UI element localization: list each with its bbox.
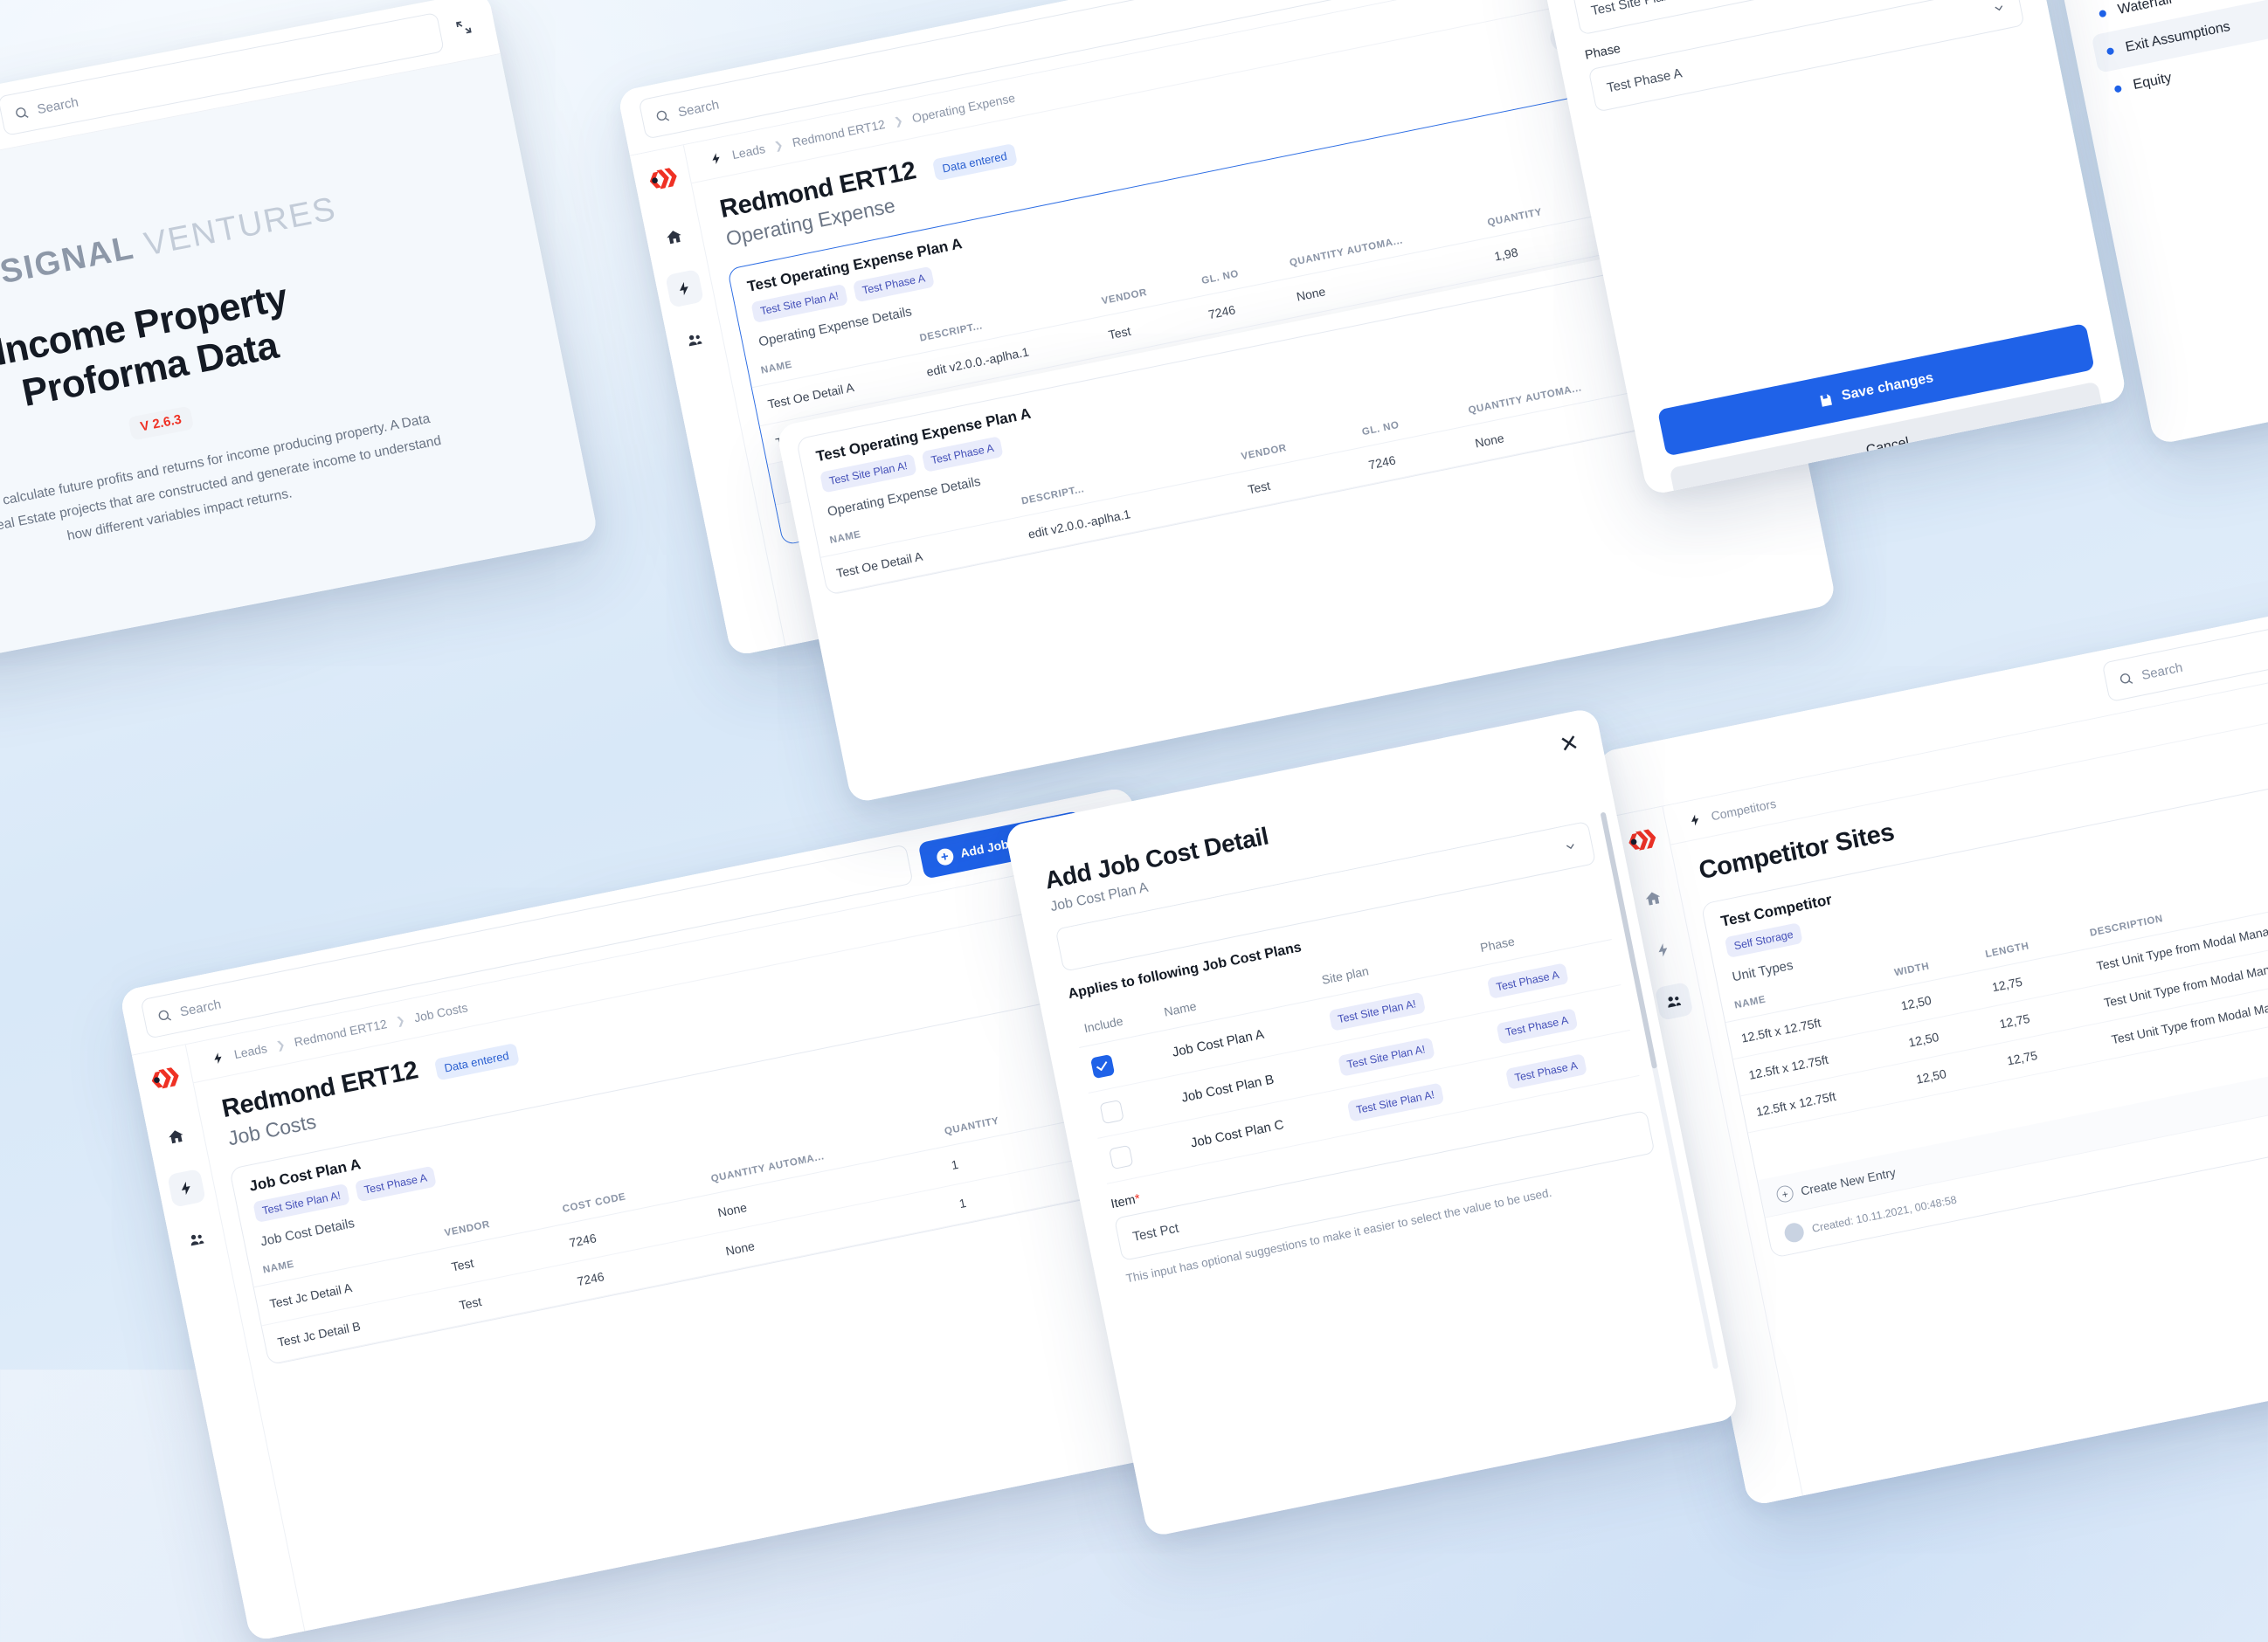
nav-item-label: Equity: [2132, 70, 2174, 93]
rail-item-home[interactable]: [1634, 879, 1673, 918]
bullet-icon: [2099, 9, 2107, 18]
home-icon: [169, 1130, 183, 1144]
bolt-icon: [1658, 943, 1668, 957]
breadcrumb-item-competitors[interactable]: Competitors: [1710, 797, 1777, 824]
breadcrumb-item-leads[interactable]: Leads: [233, 1041, 269, 1061]
people-icon: [1668, 997, 1682, 1008]
rail-item-competitors[interactable]: [675, 321, 715, 360]
breadcrumb-separator: ❯: [395, 1013, 406, 1028]
signal-chevrons-logo[interactable]: [1624, 823, 1659, 858]
breadcrumb-item-section[interactable]: Job Costs: [413, 1000, 469, 1025]
row-checkbox[interactable]: [1089, 1053, 1116, 1080]
row-checkbox[interactable]: [1099, 1099, 1124, 1125]
bolt-icon: [680, 281, 688, 296]
search-icon: [158, 1010, 171, 1021]
brand-name-secondary: VENTURES: [141, 190, 340, 264]
version-badge: V 2.6.3: [128, 405, 195, 441]
collapse-icon[interactable]: [450, 14, 477, 40]
splash-description: A Domo App to calculate future profits a…: [0, 411, 443, 550]
chip-site-plan: Test Site Plan A!: [1328, 991, 1426, 1031]
home-icon: [667, 231, 681, 245]
bolt-icon: [1691, 814, 1699, 825]
people-icon: [190, 1234, 204, 1246]
breadcrumb-separator: ❯: [772, 138, 785, 153]
brand-name-primary: SIGNAL: [0, 229, 138, 292]
rail-item-leads[interactable]: [1644, 930, 1684, 969]
breadcrumb-item-record[interactable]: Redmond ERT12: [791, 117, 886, 149]
search-placeholder-text: Search: [2140, 659, 2184, 683]
site-plan-value: Test Site Plan A!: [1589, 0, 1687, 18]
plus-icon: +: [935, 846, 955, 866]
breadcrumb-separator: ❯: [274, 1038, 287, 1052]
job-cost-plan-value: [1073, 940, 1079, 955]
nav-item-label: Waterfall: [2116, 0, 2174, 17]
rail-item-leads[interactable]: [167, 1168, 206, 1208]
breadcrumb-separator: ❯: [893, 114, 904, 128]
people-icon: [688, 335, 702, 347]
bolt-icon: [712, 152, 720, 164]
rail-item-competitors[interactable]: [1654, 982, 1694, 1021]
bullet-icon: [2106, 47, 2115, 56]
breadcrumb-item-leads[interactable]: Leads: [731, 141, 767, 162]
search-placeholder-text: Search: [178, 996, 223, 1020]
phase-value: Test Phase A: [1605, 65, 1684, 96]
item-value: Test Pct: [1131, 1220, 1180, 1245]
chip-phase: Test Phase A: [1504, 1052, 1587, 1090]
item-label-text: Item: [1110, 1192, 1137, 1212]
rail-item-competitors[interactable]: [177, 1220, 217, 1259]
rail-item-leads[interactable]: [665, 268, 704, 308]
search-placeholder-text: Search: [36, 94, 80, 117]
home-icon: [1645, 892, 1661, 906]
bullet-icon: [2113, 85, 2123, 93]
save-disk-icon: [1820, 394, 1833, 407]
row-checkbox[interactable]: [1109, 1144, 1134, 1170]
avatar: [1782, 1221, 1806, 1245]
search-icon: [16, 107, 29, 118]
search-placeholder-text: Search: [676, 96, 721, 121]
search-icon: [656, 110, 670, 121]
chevron-down-icon: [1995, 5, 2003, 11]
save-changes-label: Save changes: [1840, 370, 1935, 404]
plus-circle-icon: +: [1774, 1183, 1795, 1204]
bolt-icon: [181, 1181, 190, 1196]
chip-site-plan: Test Site Plan A!: [1337, 1037, 1435, 1077]
rail-item-home[interactable]: [654, 217, 694, 257]
chip-phase: Test Phase A: [1496, 1007, 1578, 1045]
breadcrumb-item-record[interactable]: Redmond ERT12: [293, 1017, 388, 1049]
chip-site-plan: Test Site Plan A!: [1346, 1082, 1444, 1122]
bolt-icon: [214, 1052, 222, 1064]
search-icon: [2119, 673, 2133, 684]
signal-chevrons-logo[interactable]: [645, 162, 680, 197]
signal-chevrons-logo[interactable]: [147, 1061, 182, 1096]
chip-phase: Test Phase A: [1486, 962, 1569, 999]
chevron-down-icon: [1566, 844, 1574, 850]
rail-item-home[interactable]: [156, 1117, 196, 1156]
